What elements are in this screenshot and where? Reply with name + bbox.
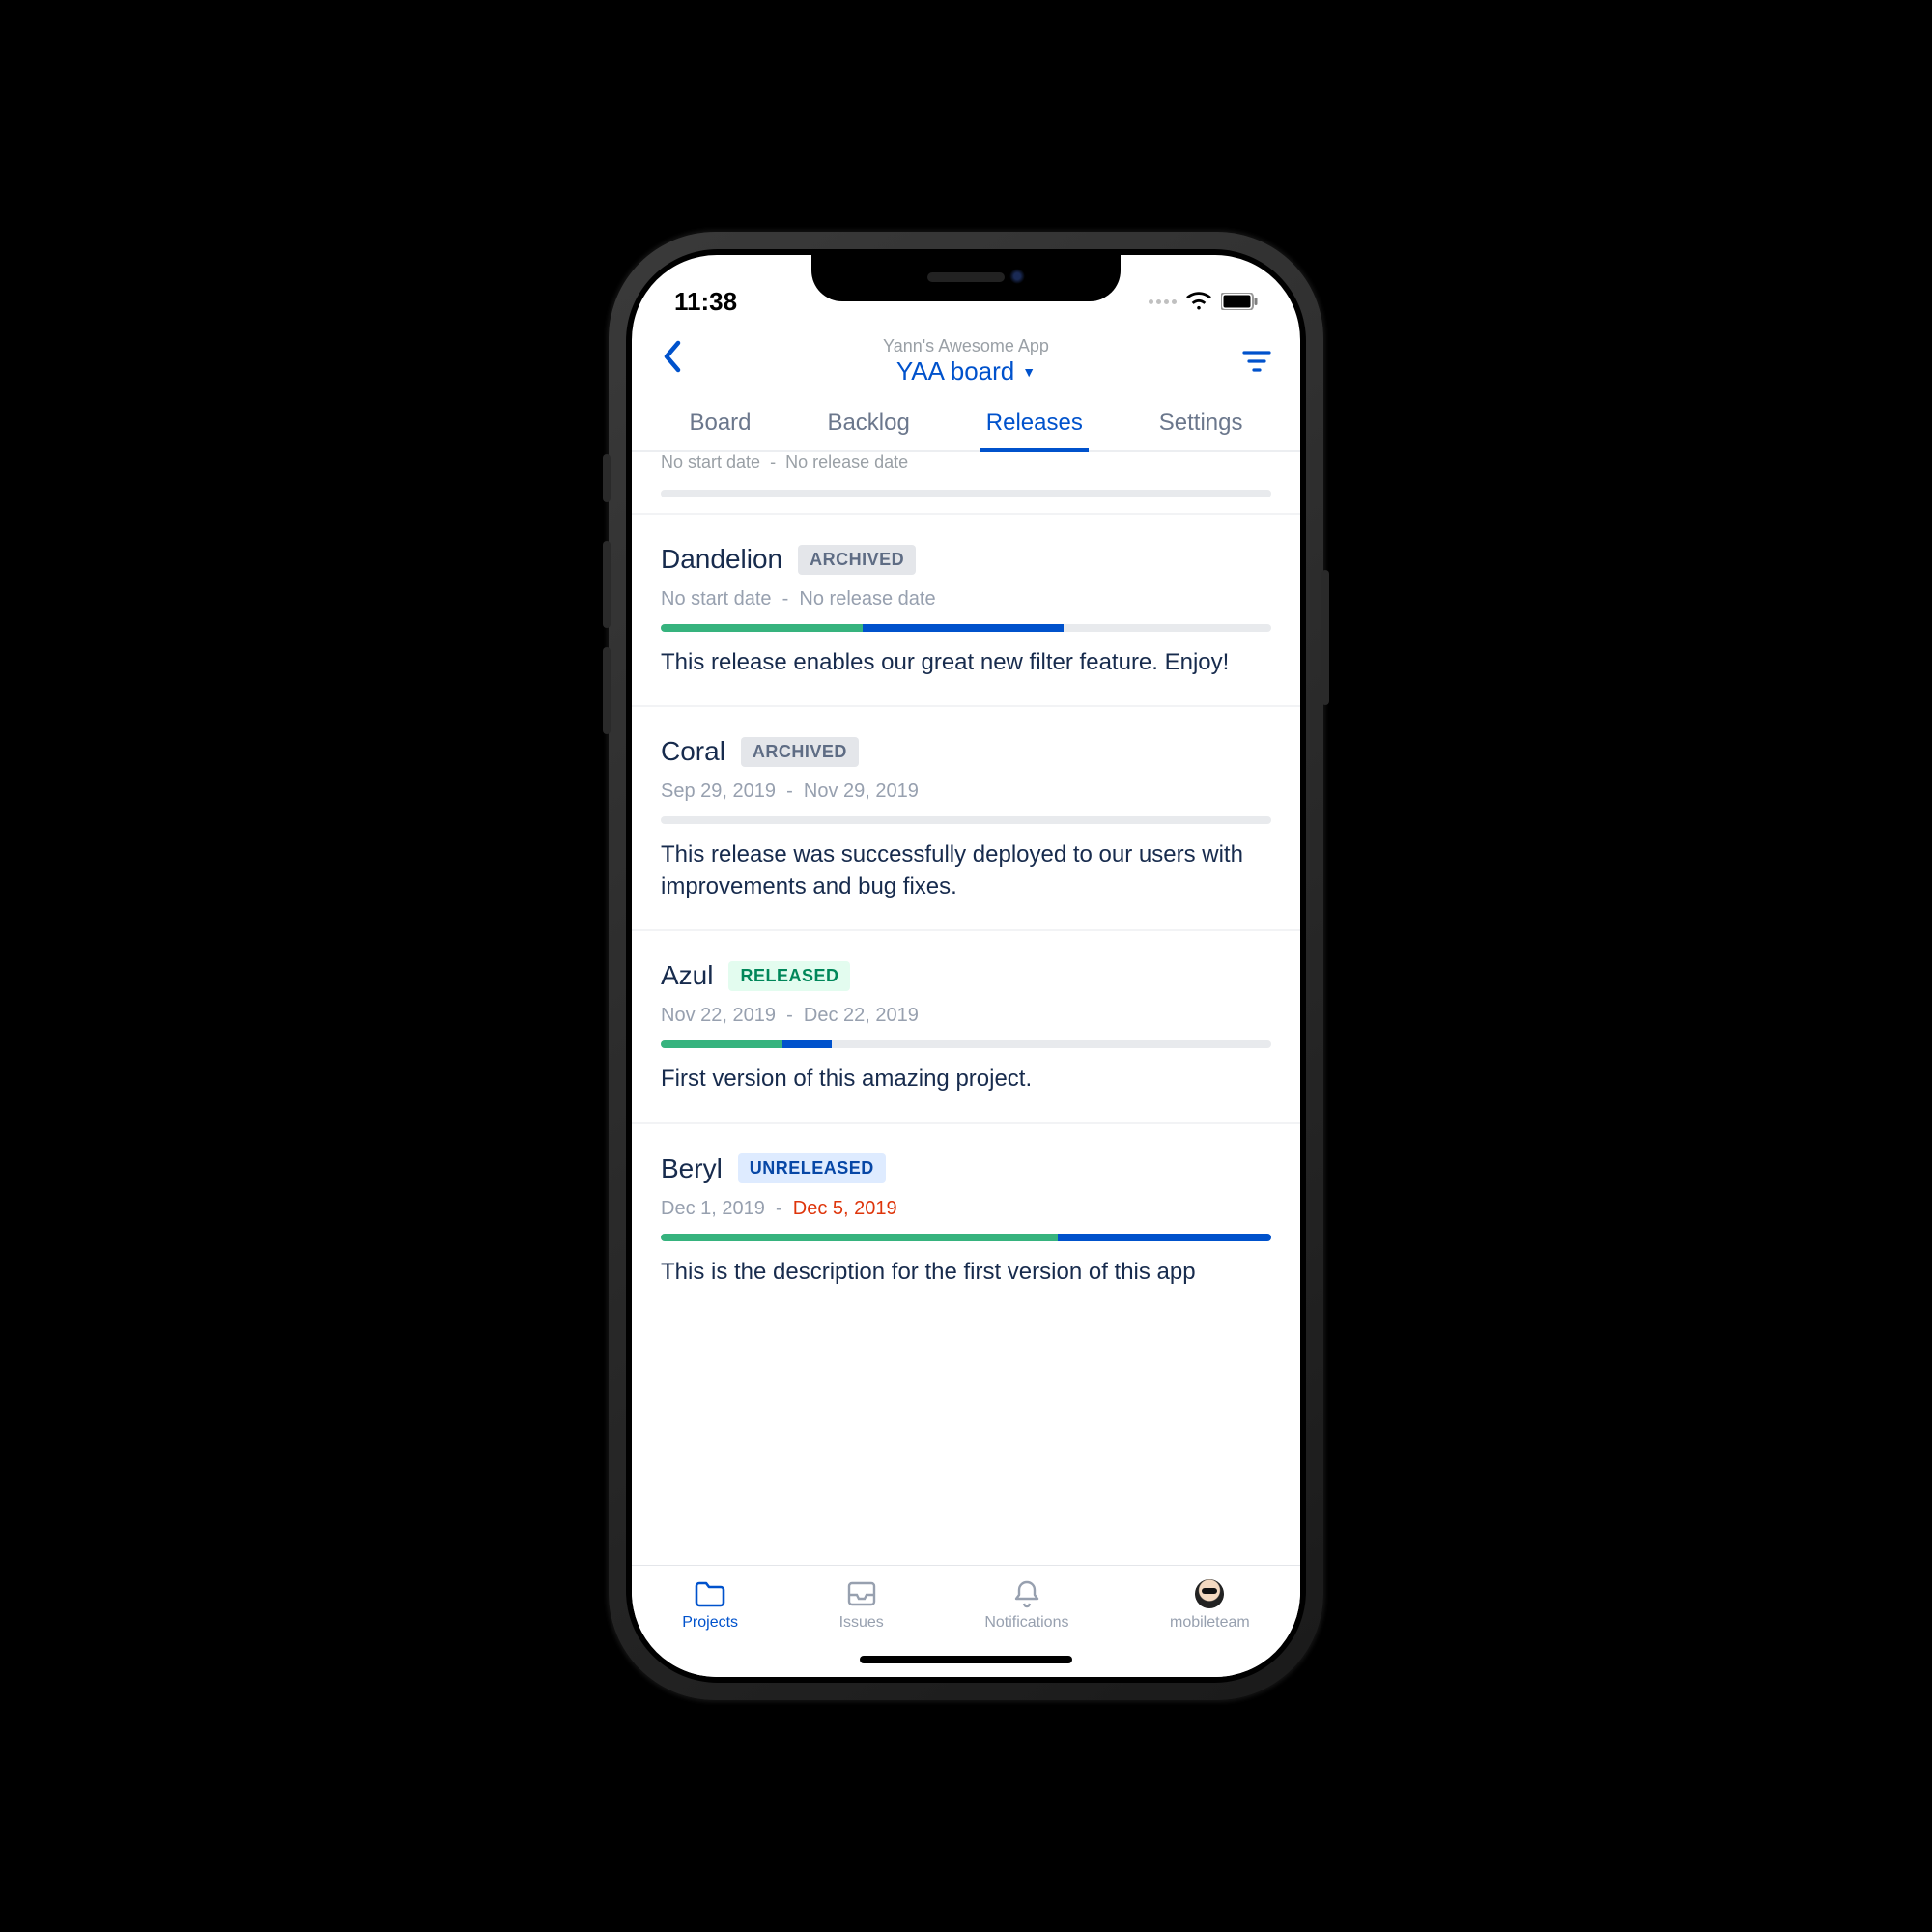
screen: 11:38 Yann's Awesome App	[632, 255, 1300, 1677]
battery-icon	[1221, 293, 1258, 310]
tab-releases[interactable]: Releases	[980, 406, 1089, 452]
release-dates: Nov 22, 2019 - Dec 22, 2019	[661, 1005, 1271, 1027]
status-badge: ARCHIVED	[798, 545, 916, 575]
notch	[811, 255, 1121, 301]
release-description: This release enables our great new filte…	[661, 647, 1271, 678]
release-row[interactable]: Dandelion ARCHIVED No start date - No re…	[632, 515, 1300, 707]
filter-icon	[1242, 349, 1271, 374]
release-dates: Sep 29, 2019 - Nov 29, 2019	[661, 781, 1271, 803]
progress-bar	[661, 624, 1271, 632]
folder-icon	[694, 1579, 726, 1608]
release-row[interactable]: Coral ARCHIVED Sep 29, 2019 - Nov 29, 20…	[632, 707, 1300, 931]
release-name: Beryl	[661, 1153, 723, 1184]
tray-icon	[845, 1579, 878, 1608]
board-title-label: YAA board	[896, 356, 1014, 386]
progress-bar	[661, 1234, 1271, 1241]
chevron-down-icon: ▼	[1022, 364, 1036, 380]
filter-button[interactable]	[1233, 349, 1271, 374]
status-time: 11:38	[674, 287, 737, 317]
progress-bar	[661, 816, 1271, 824]
mute-switch	[603, 454, 611, 502]
tabbar-label: Projects	[682, 1614, 738, 1632]
volume-up-btn	[603, 541, 611, 628]
tab-board[interactable]: Board	[683, 406, 756, 450]
status-badge: RELEASED	[728, 961, 850, 991]
release-name: Coral	[661, 736, 725, 767]
bell-icon	[1010, 1579, 1043, 1608]
tabbar-issues[interactable]: Issues	[839, 1579, 884, 1632]
tabbar-label: mobileteam	[1170, 1614, 1250, 1632]
tab-bar: Board Backlog Releases Settings	[632, 392, 1300, 452]
wifi-icon	[1186, 292, 1211, 311]
release-description: This release was successfully deployed t…	[661, 839, 1271, 902]
status-badge: UNRELEASED	[738, 1153, 886, 1183]
partial-start-date: No start date	[661, 452, 760, 471]
power-btn	[1321, 570, 1329, 705]
status-badge: ARCHIVED	[741, 737, 859, 767]
tabbar-notifications[interactable]: Notifications	[984, 1579, 1068, 1632]
tabbar-label: Issues	[839, 1614, 884, 1632]
home-indicator[interactable]	[860, 1656, 1072, 1663]
progress-bar	[661, 1040, 1271, 1048]
volume-down-btn	[603, 647, 611, 734]
tabbar-mobileteam[interactable]: mobileteam	[1170, 1579, 1250, 1632]
project-subtitle: Yann's Awesome App	[699, 336, 1233, 356]
partial-end-date: No release date	[785, 452, 908, 471]
avatar-icon	[1193, 1579, 1226, 1608]
release-dates: Dec 1, 2019 - Dec 5, 2019	[661, 1198, 1271, 1220]
tabbar-projects[interactable]: Projects	[682, 1579, 738, 1632]
phone-frame: 11:38 Yann's Awesome App	[609, 232, 1323, 1700]
tabbar-label: Notifications	[984, 1614, 1068, 1632]
release-description: First version of this amazing project.	[661, 1064, 1271, 1094]
release-row[interactable]: Beryl UNRELEASED Dec 1, 2019 - Dec 5, 20…	[632, 1124, 1300, 1315]
release-name: Dandelion	[661, 544, 782, 575]
tab-backlog[interactable]: Backlog	[821, 406, 915, 450]
releases-list[interactable]: No start date - No release date Dandelio…	[632, 452, 1300, 1565]
progress-bar	[661, 490, 1271, 497]
release-description: This is the description for the first ve…	[661, 1257, 1271, 1288]
release-row-partial[interactable]: No start date - No release date	[632, 452, 1300, 515]
nav-header: Yann's Awesome App YAA board ▼	[632, 325, 1300, 392]
release-name: Azul	[661, 960, 713, 991]
cellular-dots-icon	[1149, 299, 1177, 304]
release-dates: No start date - No release date	[661, 588, 1271, 611]
release-row[interactable]: Azul RELEASED Nov 22, 2019 - Dec 22, 201…	[632, 931, 1300, 1123]
board-selector[interactable]: YAA board ▼	[896, 356, 1036, 386]
back-button[interactable]	[661, 339, 699, 384]
status-indicators	[1149, 292, 1258, 311]
tab-settings[interactable]: Settings	[1153, 406, 1249, 450]
